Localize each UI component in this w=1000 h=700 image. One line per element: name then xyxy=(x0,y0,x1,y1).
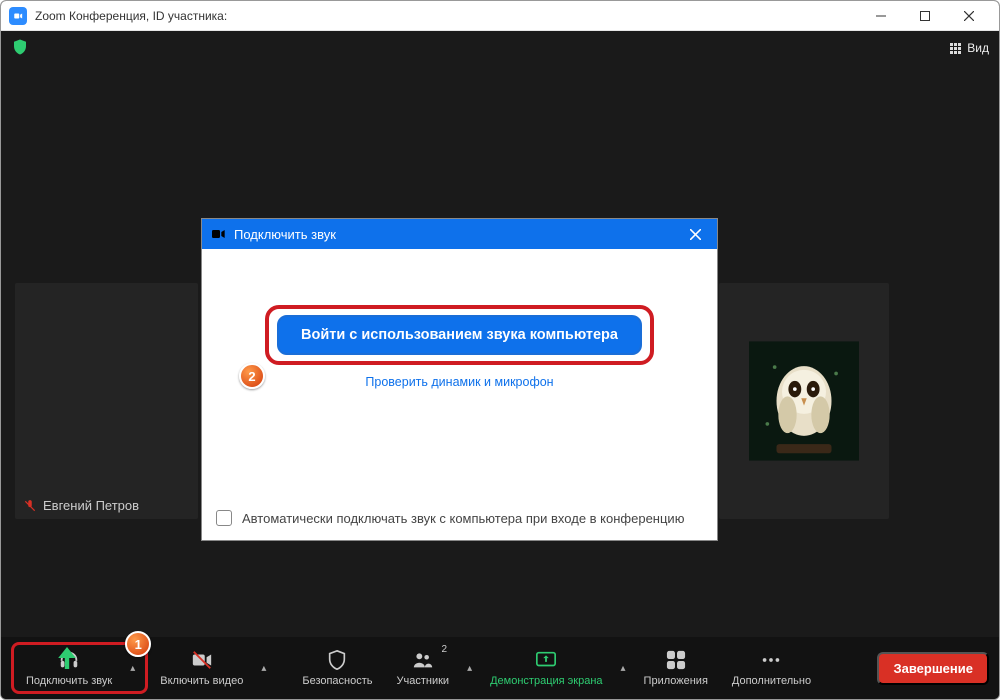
zoom-app-icon xyxy=(9,7,27,25)
meeting-toolbar: 1 Подключить звук ▴ Включить видео ▴ Без… xyxy=(1,637,999,699)
share-screen-button[interactable]: Демонстрация экрана xyxy=(478,642,614,694)
video-off-icon xyxy=(191,649,213,671)
dialog-body: Войти с использованием звука компьютера … xyxy=(202,249,717,500)
dialog-footer: Автоматически подключать звук с компьюте… xyxy=(202,500,717,540)
maximize-button[interactable] xyxy=(903,1,947,31)
participants-label: Участники xyxy=(397,675,450,687)
dialog-title: Подключить звук xyxy=(234,227,681,242)
video-chevron-up-icon[interactable]: ▴ xyxy=(255,663,272,674)
minimize-button[interactable] xyxy=(859,1,903,31)
test-speaker-mic-link[interactable]: Проверить динамик и микрофон xyxy=(365,375,553,389)
app-window: Zoom Конференция, ID участника: Вид Евге… xyxy=(0,0,1000,700)
participants-count: 2 xyxy=(442,644,448,655)
join-audio-label: Подключить звук xyxy=(26,675,112,687)
muted-mic-icon xyxy=(23,499,37,513)
participants-icon xyxy=(412,649,434,671)
audio-chevron-up-icon[interactable]: ▴ xyxy=(124,663,141,674)
start-video-label: Включить видео xyxy=(160,675,243,687)
shield-icon xyxy=(326,649,348,671)
join-computer-audio-button[interactable]: Войти с использованием звука компьютера xyxy=(277,315,642,355)
dialog-titlebar: Подключить звук xyxy=(202,219,717,249)
zoom-app-icon xyxy=(210,226,226,242)
step-badge-2: 2 xyxy=(239,363,265,389)
meeting-topbar: Вид xyxy=(1,31,999,65)
end-meeting-button[interactable]: Завершение xyxy=(877,652,989,685)
highlight-annotation-1: 1 Подключить звук ▴ xyxy=(11,642,148,694)
close-button[interactable] xyxy=(947,1,991,31)
join-audio-button[interactable]: Подключить звук xyxy=(14,645,124,691)
participants-button[interactable]: 2 Участники xyxy=(385,642,462,694)
window-title: Zoom Конференция, ID участника: xyxy=(35,9,859,23)
participant-tile-other[interactable] xyxy=(719,283,889,519)
participant-tile-self[interactable]: Евгений Петров xyxy=(15,283,198,519)
apps-label: Приложения xyxy=(644,675,708,687)
highlight-annotation-2: Войти с использованием звука компьютера … xyxy=(265,305,654,365)
apps-icon xyxy=(665,649,687,671)
apps-button[interactable]: Приложения xyxy=(632,642,720,694)
share-screen-label: Демонстрация экрана xyxy=(490,675,602,687)
more-label: Дополнительно xyxy=(732,675,811,687)
more-icon xyxy=(760,649,782,671)
join-audio-dialog: Подключить звук Войти с использованием з… xyxy=(201,218,718,541)
security-label: Безопасность xyxy=(302,675,372,687)
participants-chevron-up-icon[interactable]: ▴ xyxy=(461,663,478,674)
headphones-icon xyxy=(58,649,80,671)
meeting-content: Евгений Петров xyxy=(1,65,999,637)
titlebar: Zoom Конференция, ID участника: xyxy=(1,1,999,31)
security-button[interactable]: Безопасность xyxy=(290,642,384,694)
window-controls xyxy=(859,1,991,31)
participant-name: Евгений Петров xyxy=(43,498,139,513)
auto-join-audio-label: Автоматически подключать звук с компьюте… xyxy=(242,511,684,526)
view-label: Вид xyxy=(967,41,989,55)
share-chevron-up-icon[interactable]: ▴ xyxy=(615,663,632,674)
owl-avatar-icon xyxy=(749,341,859,461)
share-screen-icon xyxy=(535,649,557,671)
view-button[interactable]: Вид xyxy=(950,41,989,55)
dialog-close-button[interactable] xyxy=(681,220,709,248)
more-button[interactable]: Дополнительно xyxy=(720,642,823,694)
arrow-up-icon xyxy=(56,647,78,669)
auto-join-audio-checkbox[interactable] xyxy=(216,510,232,526)
start-video-button[interactable]: Включить видео xyxy=(148,642,255,694)
encryption-shield-icon[interactable] xyxy=(11,37,29,60)
grid-icon xyxy=(950,43,961,54)
